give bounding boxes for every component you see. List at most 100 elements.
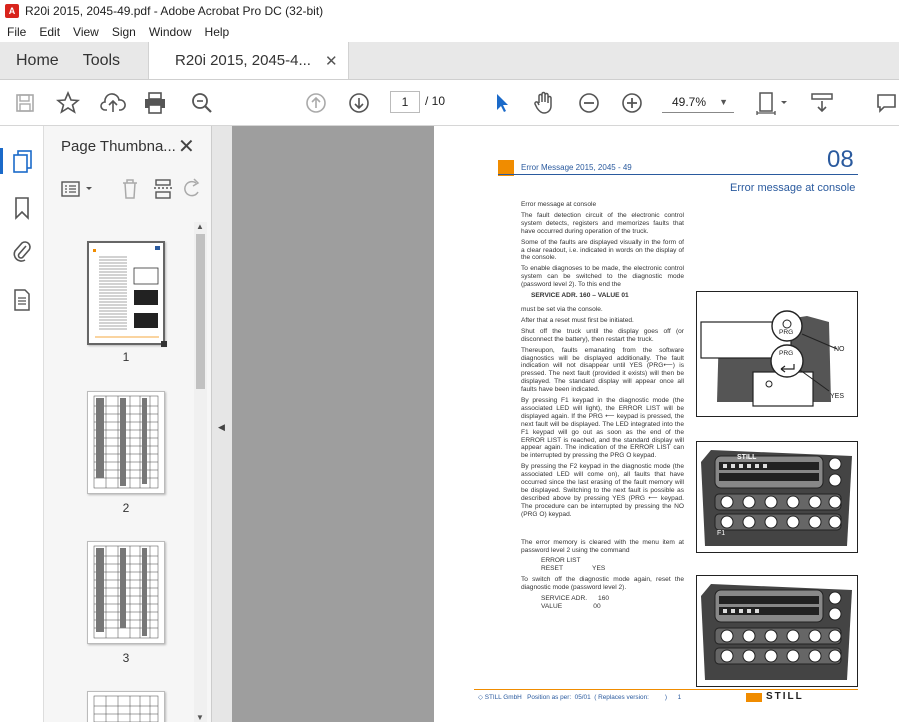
pdf-header-title: Error Message 2015, 2045 - 49	[521, 163, 632, 172]
pdf-paragraph: must be set via the console.	[521, 305, 603, 313]
scroll-up-arrow-icon[interactable]: ▲	[196, 222, 204, 231]
scrollbar-thumb[interactable]	[196, 234, 205, 389]
document-properties-icon[interactable]	[13, 289, 31, 316]
tab-close-icon[interactable]: ✕	[325, 52, 338, 70]
scroll-down-arrow-icon[interactable]: ▼	[196, 713, 204, 722]
delete-pages-icon[interactable]	[120, 178, 140, 205]
pdf-paragraph: To switch off the diagnostic mode again,…	[521, 576, 684, 592]
figure-panel-logo: STILL	[737, 454, 757, 461]
pdf-paragraph: RESET YES	[541, 565, 606, 573]
menu-help[interactable]: Help	[198, 25, 236, 39]
thumbnail-page-1[interactable]	[87, 241, 167, 347]
rotate-icon[interactable]	[184, 178, 202, 205]
pdf-paragraph: The error memory is cleared with the men…	[521, 538, 684, 554]
figure-label-no: NO	[834, 346, 845, 353]
menu-view[interactable]: View	[66, 25, 105, 39]
title-bar: A R20i 2015, 2045-49.pdf - Adobe Acrobat…	[0, 0, 899, 22]
zoom-in-icon[interactable]	[620, 80, 644, 126]
thumbnail-page-4[interactable]	[87, 691, 165, 722]
close-icon[interactable]: ✕	[178, 134, 195, 159]
header-rule	[498, 174, 858, 175]
pdf-paragraph: ERROR LIST	[541, 557, 581, 565]
select-cursor-icon[interactable]	[490, 80, 514, 126]
thumbnail-scrollbar[interactable]: ▲ ▼	[194, 222, 207, 722]
menu-file[interactable]: File	[0, 25, 32, 39]
figure-label-prg-top: PRG	[779, 329, 794, 336]
tab-home[interactable]: Home	[0, 42, 75, 79]
extract-pages-icon[interactable]	[152, 178, 174, 205]
pdf-paragraph: VALUE 00	[541, 602, 601, 610]
page-fit-icon[interactable]	[754, 80, 790, 126]
pdf-footer: ◇ STILL GmbH Position as per: 05/01 ( Re…	[478, 694, 682, 701]
zoom-level-value: 49.7%	[672, 95, 707, 109]
figure-console-panel-2	[696, 575, 858, 687]
footer-logo-mark	[746, 693, 762, 702]
footer-logo: STILL	[766, 691, 804, 702]
thumbnail-list: 1 2 3	[44, 218, 194, 722]
tab-document[interactable]: R20i 2015, 2045-4... ✕	[148, 42, 349, 79]
comment-icon[interactable]	[872, 80, 899, 126]
menu-edit[interactable]: Edit	[32, 25, 66, 39]
pdf-paragraph: Thereupon, faults emanating from the sof…	[521, 346, 684, 394]
menu-sign[interactable]: Sign	[105, 25, 142, 39]
tab-bar: Home Tools R20i 2015, 2045-4... ✕	[0, 42, 899, 80]
tab-tools[interactable]: Tools	[75, 42, 136, 79]
zoom-level-select[interactable]: 49.7% ▼	[662, 91, 734, 113]
menu-window[interactable]: Window	[142, 25, 198, 39]
navigation-rail	[0, 126, 44, 722]
save-icon[interactable]	[12, 80, 38, 126]
thumbnail-label-3: 3	[122, 651, 130, 665]
chevron-down-icon: ▼	[719, 97, 728, 107]
pdf-paragraph: Some of the faults are displayed visuall…	[521, 238, 684, 262]
section-title: Error message at console	[730, 182, 856, 194]
figure-console-keys: PRG PRG NO YES	[696, 291, 858, 417]
pdf-paragraph: SERVICE ADR. 160	[541, 595, 610, 603]
next-page-icon[interactable]	[346, 80, 372, 126]
pdf-paragraph: To enable diagnoses to be made, the elec…	[521, 265, 684, 289]
svg-text:F1: F1	[717, 530, 725, 537]
print-icon[interactable]	[141, 80, 169, 126]
page-thumbnails-panel: Page Thumbna... ✕ 1 2 3 ▲ ▼	[44, 126, 212, 722]
figure-label-yes: YES	[830, 393, 845, 400]
upload-cloud-icon[interactable]	[99, 80, 127, 126]
panel-collapse-gutter[interactable]: ◀	[212, 126, 232, 722]
chapter-number: 08	[827, 146, 854, 173]
thumbnail-page-2[interactable]	[87, 391, 165, 494]
bookmark-icon[interactable]	[13, 196, 31, 225]
panel-title: Page Thumbna...	[61, 138, 176, 155]
pdf-paragraph-bold: SERVICE ADR. 160 – VALUE 01	[531, 292, 629, 300]
attachment-icon[interactable]	[12, 239, 32, 268]
pdf-paragraph: By pressing F1 keypad in the diagnostic …	[521, 397, 684, 460]
zoom-out-icon[interactable]	[577, 80, 601, 126]
bookmark-star-icon[interactable]	[54, 80, 82, 126]
hand-tool-icon[interactable]	[531, 80, 557, 126]
page-number-input[interactable]: 1	[390, 91, 420, 113]
pdf-paragraph: Shut off the truck until the display goe…	[521, 327, 684, 343]
figure-label-prg-bottom: PRG	[779, 350, 794, 357]
thumbnail-options-icon[interactable]	[61, 180, 97, 203]
thumbnail-label-2: 2	[122, 501, 130, 515]
pdf-paragraph: By pressing the F2 keypad in the diagnos…	[521, 463, 684, 518]
footer-rule	[474, 689, 858, 690]
menu-bar: File Edit View Sign Window Help	[0, 22, 899, 42]
scrolling-mode-icon[interactable]	[808, 80, 836, 126]
thumbnail-page-3[interactable]	[87, 541, 165, 644]
thumbnail-label-1: 1	[122, 350, 130, 364]
document-viewer: Error Message 2015, 2045 - 49 08 Error m…	[232, 126, 899, 722]
pdf-paragraph: After that a reset must first be initiat…	[521, 316, 634, 324]
acrobat-app-icon: A	[5, 4, 19, 18]
collapse-arrow-icon[interactable]: ◀	[218, 422, 225, 433]
pdf-paragraph: Error message at console	[521, 201, 597, 208]
pdf-paragraph: The fault detection circuit of the elect…	[521, 211, 684, 235]
tab-document-label: R20i 2015, 2045-4...	[175, 52, 311, 69]
window-title: R20i 2015, 2045-49.pdf - Adobe Acrobat P…	[25, 4, 324, 18]
figure-console-panel-1: F1 STILL	[696, 441, 858, 553]
page-thumbnails-icon[interactable]	[12, 150, 34, 179]
page-total: / 10	[425, 94, 446, 108]
zoom-search-icon[interactable]	[188, 80, 216, 126]
previous-page-icon[interactable]	[303, 80, 329, 126]
pdf-page: Error Message 2015, 2045 - 49 08 Error m…	[434, 126, 899, 722]
active-indicator	[0, 148, 3, 174]
main-toolbar: 1 / 10 49.7% ▼	[0, 80, 899, 126]
pdf-body-text: Error message at console The fault detec…	[521, 201, 684, 614]
